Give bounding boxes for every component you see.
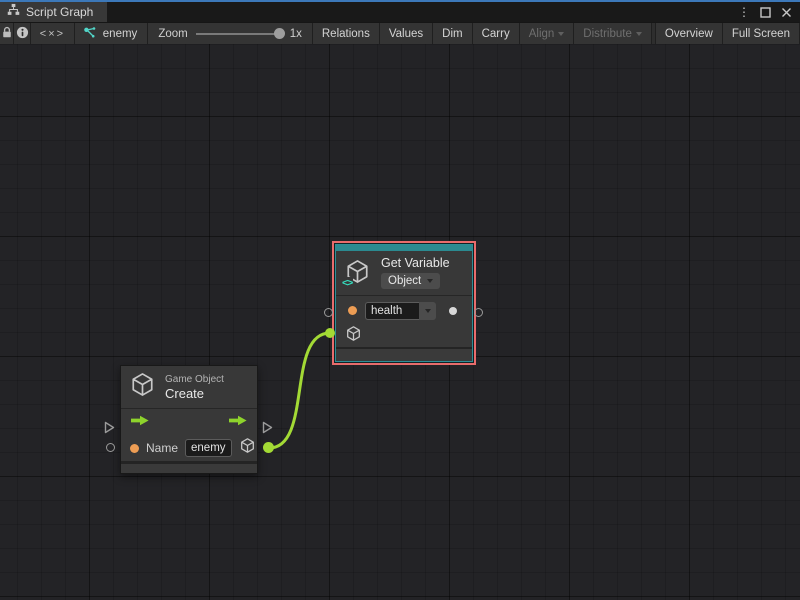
value-output-icon bbox=[449, 307, 457, 315]
chevron-down-icon bbox=[427, 279, 433, 283]
info-icon bbox=[16, 26, 29, 42]
game-object-input-icon bbox=[345, 325, 362, 347]
object-target-row bbox=[336, 325, 472, 347]
chevron-down-icon bbox=[558, 32, 564, 36]
variable-scope-dropdown[interactable]: Object bbox=[381, 273, 440, 289]
variable-object-icon: <> bbox=[344, 258, 372, 286]
code-icon: <×> bbox=[40, 28, 65, 40]
value-output-port[interactable] bbox=[474, 308, 483, 317]
graph-hierarchy-icon bbox=[7, 3, 20, 21]
node-footer bbox=[121, 464, 257, 473]
variable-code-icon: <> bbox=[341, 277, 353, 289]
flow-out-arrow-icon[interactable] bbox=[228, 413, 248, 431]
carry-button[interactable]: Carry bbox=[473, 23, 520, 44]
window-controls: ⋮ bbox=[738, 2, 800, 22]
variable-name-field-group bbox=[365, 302, 436, 320]
node-game-object-create[interactable]: Game Object Create Name bbox=[120, 365, 258, 474]
graph-toolbar: <×> enemy Zoom 1x Relations bbox=[0, 22, 800, 44]
create-flow-row bbox=[121, 409, 257, 435]
flow-out-port[interactable] bbox=[262, 421, 273, 439]
fullscreen-button[interactable]: Full Screen bbox=[723, 23, 800, 44]
game-object-cube-icon bbox=[129, 371, 156, 403]
variable-name-input[interactable] bbox=[365, 302, 419, 320]
zoom-slider[interactable] bbox=[196, 29, 282, 39]
overview-button[interactable]: Overview bbox=[655, 23, 723, 44]
close-icon[interactable] bbox=[781, 7, 792, 18]
maximize-icon[interactable] bbox=[760, 7, 771, 18]
game-object-output-port-connected[interactable] bbox=[263, 442, 274, 453]
name-port-label: Name bbox=[146, 441, 178, 455]
graph-node-icon bbox=[83, 26, 97, 42]
lock-button[interactable] bbox=[0, 23, 14, 44]
get-variable-node-body: <> Get Variable Object bbox=[335, 244, 473, 362]
get-variable-header: <> Get Variable Object bbox=[336, 251, 472, 295]
create-node-header: Game Object Create bbox=[121, 366, 257, 408]
variable-name-dropdown-button[interactable] bbox=[419, 302, 436, 320]
align-dropdown-button[interactable]: Align bbox=[520, 23, 575, 44]
script-graph-window: Script Graph ⋮ bbox=[0, 0, 800, 600]
node-get-variable-selected[interactable]: <> Get Variable Object bbox=[332, 241, 476, 365]
values-button[interactable]: Values bbox=[380, 23, 433, 44]
info-button[interactable] bbox=[14, 23, 31, 44]
graph-canvas[interactable]: Game Object Create Name bbox=[0, 44, 800, 600]
object-input-port-connected[interactable] bbox=[325, 328, 335, 338]
create-name-row: Name bbox=[121, 435, 257, 461]
flow-in-arrow-icon[interactable] bbox=[130, 413, 150, 431]
string-port-icon bbox=[130, 444, 139, 453]
zoom-label: Zoom bbox=[158, 28, 187, 40]
flow-in-port[interactable] bbox=[104, 421, 115, 439]
tab-script-graph[interactable]: Script Graph bbox=[0, 2, 107, 22]
node-title: Create bbox=[165, 386, 224, 401]
string-port-icon bbox=[348, 306, 357, 315]
dim-button[interactable]: Dim bbox=[433, 23, 472, 44]
chevron-down-icon bbox=[636, 32, 642, 36]
code-preview-button[interactable]: <×> bbox=[31, 23, 75, 44]
variable-name-input-port[interactable] bbox=[324, 308, 333, 317]
lock-icon bbox=[1, 26, 13, 42]
zoom-slider-track bbox=[196, 33, 282, 35]
zoom-value: 1x bbox=[290, 28, 302, 40]
name-input-port[interactable] bbox=[106, 443, 115, 452]
graph-breadcrumb[interactable]: enemy bbox=[75, 23, 149, 44]
breadcrumb-graph-name: enemy bbox=[103, 28, 138, 40]
tab-label: Script Graph bbox=[26, 5, 93, 19]
zoom-control: Zoom 1x bbox=[148, 23, 313, 44]
game-object-output-icon bbox=[239, 437, 256, 459]
titlebar: Script Graph ⋮ bbox=[0, 2, 800, 22]
titlebar-spacer bbox=[107, 2, 738, 22]
distribute-dropdown-button[interactable]: Distribute bbox=[574, 23, 652, 44]
relations-button[interactable]: Relations bbox=[313, 23, 380, 44]
chevron-down-icon bbox=[425, 309, 431, 313]
node-title: Get Variable bbox=[381, 256, 450, 270]
window-menu-icon[interactable]: ⋮ bbox=[738, 6, 750, 18]
variable-name-row bbox=[336, 296, 472, 325]
node-category-label: Game Object bbox=[165, 374, 224, 385]
zoom-slider-handle[interactable] bbox=[274, 28, 285, 39]
name-input-field[interactable] bbox=[185, 439, 232, 457]
node-footer bbox=[336, 349, 472, 361]
